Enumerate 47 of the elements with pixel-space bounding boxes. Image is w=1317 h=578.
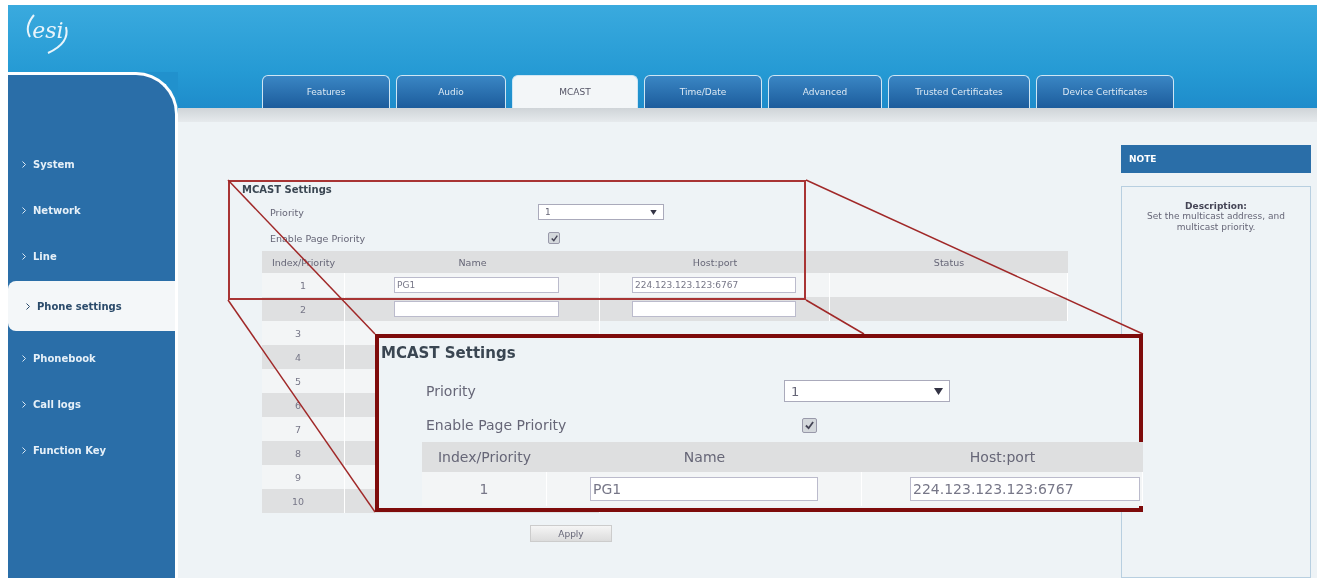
name-field[interactable]: PG1	[394, 277, 559, 293]
tab[interactable]: Advanced	[768, 75, 882, 108]
sidebar-item[interactable]: Phone settings	[8, 281, 175, 331]
table-cell: 3	[262, 321, 345, 345]
note-text: Set the multicast address, and multicast priority.	[1146, 211, 1286, 233]
table-cell: 1	[262, 273, 345, 297]
column-header: Host:port	[600, 251, 830, 273]
table-cell: 5	[262, 369, 345, 393]
column-header: Host:port	[862, 442, 1143, 472]
tab[interactable]: MCAST	[512, 75, 638, 108]
logo: esi	[20, 7, 76, 55]
table-cell: 2	[262, 297, 345, 321]
table-cell: 1	[422, 472, 547, 506]
host-port-field[interactable]: 224.123.123.123:6767	[632, 277, 796, 293]
field-label: Priority	[426, 383, 477, 399]
sidebar-item[interactable]: Line	[8, 233, 175, 279]
table-cell: 9	[262, 465, 345, 489]
tab[interactable]: Features	[262, 75, 390, 108]
field-label: Priority	[270, 206, 305, 218]
sidebar-item[interactable]: System	[8, 141, 175, 187]
name-field[interactable]: PG1	[590, 477, 818, 501]
priority-select[interactable]: 1	[784, 380, 950, 402]
sidebar-item[interactable]: Function Key	[8, 427, 175, 473]
note-heading: Description:	[1185, 201, 1247, 211]
field-label: Enable Page Priority	[426, 417, 568, 433]
note-title: NOTE	[1121, 145, 1311, 173]
tab[interactable]: Time/Date	[644, 75, 762, 108]
column-header: Status	[830, 251, 1068, 273]
sidebar-item[interactable]: Phonebook	[8, 335, 175, 381]
column-header: Name	[547, 442, 862, 472]
host-port-field[interactable]: 224.123.123.123:6767	[910, 477, 1140, 501]
tab[interactable]: Device Certificates	[1036, 75, 1174, 108]
priority-select[interactable]: 1	[538, 204, 664, 220]
table-cell: 8	[262, 441, 345, 465]
tab[interactable]: Trusted Certificates	[888, 75, 1030, 108]
section-title: MCAST Settings	[381, 344, 516, 362]
tab[interactable]: Audio	[396, 75, 506, 108]
table-cell: 10	[262, 489, 345, 513]
column-header: Index/Priority	[422, 442, 547, 472]
apply-button[interactable]: Apply	[530, 525, 612, 542]
table-cell: 7	[262, 417, 345, 441]
table-cell: 4	[262, 345, 345, 369]
table-cell: 6	[262, 393, 345, 417]
section-title: MCAST Settings	[241, 184, 332, 195]
sidebar-item[interactable]: Call logs	[8, 381, 175, 427]
column-header: Name	[345, 251, 600, 273]
sidebar-item[interactable]: Network	[8, 187, 175, 233]
